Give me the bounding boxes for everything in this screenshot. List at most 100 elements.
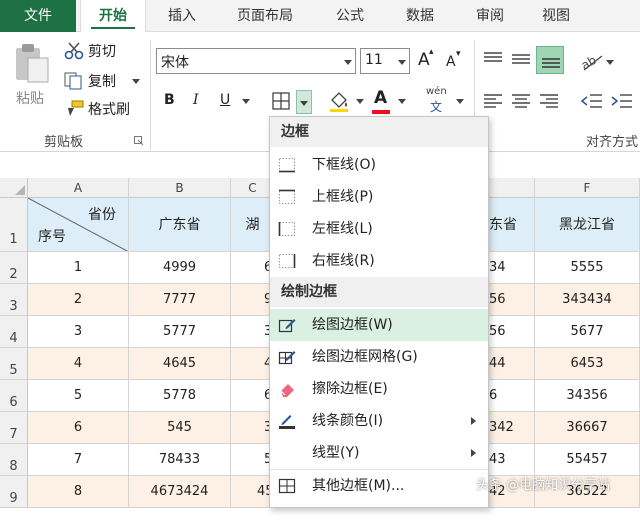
row-header[interactable]: 9 [0,476,28,508]
tab-home[interactable]: 开始 [80,0,146,33]
diagonal-header-cell[interactable]: 省份 序号 [28,198,129,252]
table-cell[interactable]: 44 [489,348,535,380]
shrink-font-button[interactable]: A ▾ [444,49,464,74]
grow-font-button[interactable]: A ▴ [416,47,436,72]
phonetic-button[interactable]: wén 文 [424,86,468,116]
table-cell[interactable]: 3 [28,316,129,348]
menu-item-more-borders[interactable]: 其他边框(M)... [270,469,488,501]
table-cell[interactable]: 56 [489,284,535,316]
tab-data[interactable]: 数据 [388,0,452,32]
table-cell[interactable]: 1 [28,252,129,284]
column-header-f[interactable]: F [535,178,640,198]
font-size-select[interactable]: 11 [360,48,410,74]
column-header-b[interactable]: B [129,178,231,198]
column-header-e[interactable] [489,178,535,198]
cut-button[interactable]: 剪切 [64,40,154,62]
table-cell[interactable]: 2 [28,284,129,316]
align-center-icon[interactable] [510,92,532,110]
align-bottom-button[interactable] [536,46,564,74]
table-cell[interactable]: 4645 [129,348,231,380]
tab-view[interactable]: 视图 [524,0,588,32]
increase-indent-icon[interactable] [610,92,634,110]
table-cell[interactable]: 5677 [535,316,640,348]
draw-border-icon [278,319,296,333]
decrease-indent-icon[interactable] [580,92,604,110]
table-cell[interactable]: 34356 [535,380,640,412]
chevron-down-icon[interactable] [356,99,364,104]
table-cell[interactable]: 7 [28,444,129,476]
table-cell[interactable]: 4999 [129,252,231,284]
table-cell[interactable]: 5777 [129,316,231,348]
row-header[interactable]: 8 [0,444,28,476]
menu-item-right-border[interactable]: 右框线(R) [270,245,488,277]
borders-dropdown-button[interactable] [296,90,312,114]
menu-item-line-color[interactable]: 线条颜色(I) [270,405,488,437]
bold-button[interactable]: B [164,92,175,108]
header-cell-b[interactable]: 广东省 [129,198,231,252]
menu-item-erase-border[interactable]: 擦除边框(E) [270,373,488,405]
table-cell[interactable]: 36667 [535,412,640,444]
row-header[interactable]: 2 [0,252,28,284]
tab-page-layout[interactable]: 页面布局 [222,0,308,32]
row-header[interactable]: 7 [0,412,28,444]
table-cell[interactable]: 7777 [129,284,231,316]
align-middle-icon[interactable] [510,50,532,68]
font-color-button[interactable]: A [370,88,412,116]
table-cell[interactable]: 55457 [535,444,640,476]
row-header[interactable]: 3 [0,284,28,316]
chevron-down-icon[interactable] [456,99,464,104]
align-top-icon[interactable] [482,50,504,68]
underline-dropdown-icon[interactable] [242,99,250,104]
select-all-corner[interactable] [0,178,28,198]
menu-item-left-border[interactable]: 左框线(L) [270,213,488,245]
table-cell[interactable]: 5555 [535,252,640,284]
table-cell[interactable]: 56 [489,316,535,348]
table-cell[interactable]: 78433 [129,444,231,476]
borders-button[interactable] [264,88,316,116]
tab-insert[interactable]: 插入 [150,0,214,32]
menu-item-line-style[interactable]: 线型(Y) [270,437,488,469]
orientation-icon[interactable]: ab [580,50,606,72]
table-cell[interactable]: 6 [28,412,129,444]
table-cell[interactable]: 5778 [129,380,231,412]
menu-item-bottom-border[interactable]: 下框线(O) [270,149,488,181]
table-cell[interactable]: 6453 [535,348,640,380]
fill-color-button[interactable] [326,88,376,116]
menu-item-top-border[interactable]: 上框线(P) [270,181,488,213]
align-right-icon[interactable] [538,92,560,110]
row-header[interactable]: 5 [0,348,28,380]
row-header[interactable]: 6 [0,380,28,412]
table-cell[interactable]: 6 [489,380,535,412]
table-cell[interactable]: 545 [129,412,231,444]
menu-item-draw-border-grid[interactable]: 绘图边框网格(G) [270,341,488,373]
table-cell[interactable]: 343434 [535,284,640,316]
dialog-launcher-icon[interactable] [134,136,144,146]
row-header-1[interactable]: 1 [0,198,28,252]
chevron-down-icon[interactable] [398,99,406,104]
format-painter-button[interactable]: 格式刷 [64,98,146,120]
table-cell[interactable]: 5 [28,380,129,412]
align-left-icon[interactable] [482,92,504,110]
table-cell[interactable]: 4 [28,348,129,380]
column-header-a[interactable]: A [28,178,129,198]
paste-button[interactable]: 粘贴 [12,42,54,107]
table-cell[interactable]: 43 [489,444,535,476]
table-cell[interactable]: 8 [28,476,129,508]
header-cell-f[interactable]: 黑龙江省 [535,198,640,252]
header-cell-e[interactable]: 东省 [489,198,535,252]
table-cell[interactable]: 4673424 [129,476,231,508]
menu-item-draw-border[interactable]: 绘图边框(W) [270,309,488,341]
tab-review[interactable]: 审阅 [458,0,522,32]
chevron-down-icon[interactable] [606,60,614,65]
tab-file[interactable]: 文件 [0,0,76,32]
table-cell[interactable]: 34 [489,252,535,284]
copy-button[interactable]: 复制 [64,70,144,92]
chevron-down-icon [300,101,308,106]
row-header[interactable]: 4 [0,316,28,348]
table-cell[interactable]: 342 [489,412,535,444]
font-name-select[interactable]: 宋体 [156,48,356,74]
underline-button[interactable]: U [220,92,230,108]
copy-dropdown-icon[interactable] [132,79,140,84]
tab-formulas[interactable]: 公式 [318,0,382,32]
italic-button[interactable]: I [193,92,199,108]
